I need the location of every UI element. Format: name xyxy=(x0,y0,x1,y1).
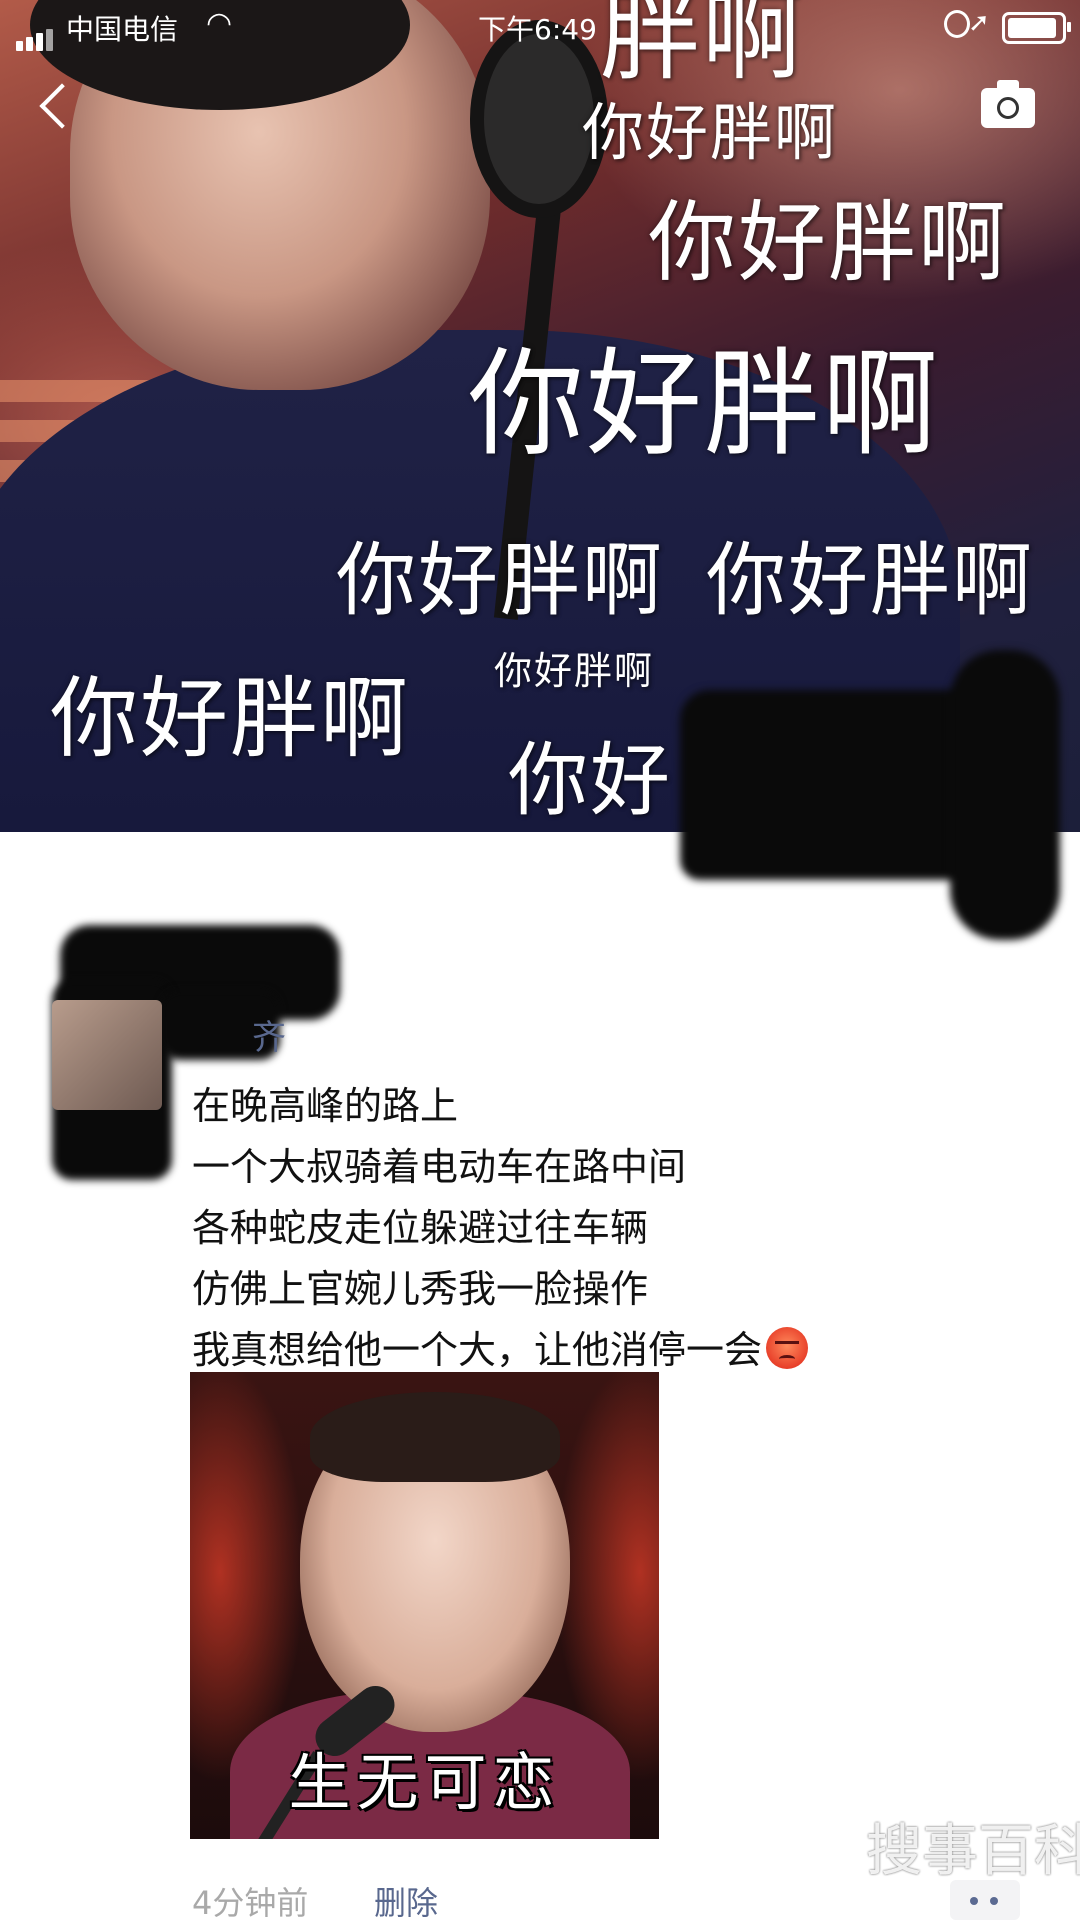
camera-icon[interactable] xyxy=(981,80,1035,128)
meme-text: 你好胖啊 xyxy=(706,534,1034,627)
dot-icon xyxy=(970,1897,978,1905)
meme-text: 你好胖啊 xyxy=(648,191,1009,294)
angry-face-icon xyxy=(766,1327,809,1369)
delete-button[interactable]: 删除 xyxy=(374,1878,438,1924)
battery-icon xyxy=(1002,12,1071,44)
post-timestamp: 4分钟前 xyxy=(192,1884,309,1922)
location-arrow-icon: ➚ xyxy=(968,8,990,38)
wifi-icon: ◠ xyxy=(206,6,233,41)
post-line: 仿佛上官婉儿秀我一脸操作 xyxy=(192,1267,649,1311)
avatar[interactable] xyxy=(52,1000,162,1110)
meme-text: 你好胖啊 xyxy=(582,96,839,169)
meme-text: 你好胖啊 xyxy=(494,649,655,693)
post-line: 各种蛇皮走位躲避过往车辆 xyxy=(192,1206,649,1250)
post-line: 在晚高峰的路上 xyxy=(192,1084,459,1128)
meme-text: 你好胖啊 xyxy=(50,667,411,770)
more-options-button[interactable] xyxy=(950,1880,1020,1920)
rotation-lock-icon xyxy=(944,10,970,38)
meme-text: 你好胖啊 xyxy=(468,337,940,472)
signal-icon xyxy=(16,18,56,51)
username[interactable]: 齐 xyxy=(252,1010,286,1059)
image-hair-shape xyxy=(310,1392,560,1482)
watermark: 搜事百科 xyxy=(866,1819,1080,1884)
dot-icon xyxy=(990,1897,998,1905)
redaction-mark xyxy=(950,650,1060,940)
post-line: 我真想给他一个大，让他消停一会 xyxy=(192,1328,763,1372)
meme-text: 你好胖啊 xyxy=(336,534,664,627)
meme-text: 你好 xyxy=(508,734,672,827)
status-bar: 中国电信 ◠ 下午6:49 ➚ xyxy=(0,0,1080,51)
post-image[interactable]: 生无可恋 xyxy=(190,1372,659,1839)
status-time: 下午6:49 xyxy=(478,13,597,46)
post-line: 一个大叔骑着电动车在路中间 xyxy=(192,1145,687,1189)
carrier-name: 中国电信 xyxy=(66,13,179,46)
image-caption: 生无可恋 xyxy=(288,1746,561,1819)
post-text: 在晚高峰的路上 一个大叔骑着电动车在路中间 各种蛇皮走位躲避过往车辆 仿佛上官婉… xyxy=(192,1076,809,1381)
